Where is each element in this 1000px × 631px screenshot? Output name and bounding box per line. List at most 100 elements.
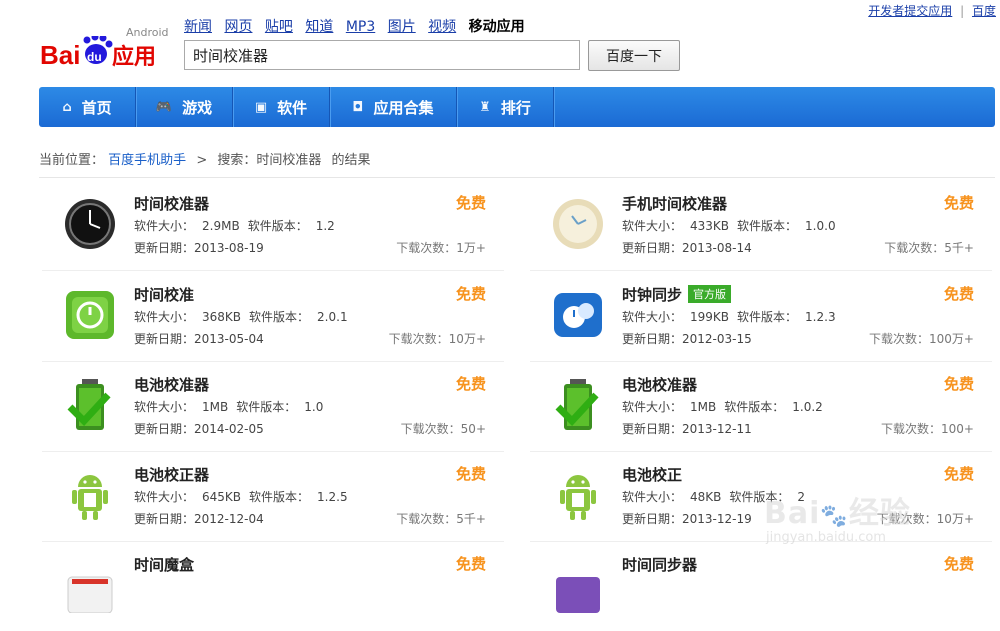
- downloads-label: 下载次数：: [388, 332, 449, 346]
- downloads-value: 5千+: [456, 512, 486, 526]
- app-name[interactable]: 电池校准器: [622, 374, 697, 395]
- app-card[interactable]: 手机时间校准器 免费 软件大小： 433KB 软件版本： 1.0.0 更新日期：201…: [530, 180, 992, 271]
- app-version: 1.0.2: [792, 400, 823, 414]
- breadcrumb-arrow: >: [196, 153, 208, 168]
- search-button[interactable]: 百度一下: [588, 40, 680, 71]
- app-name[interactable]: 时间校准: [134, 284, 194, 305]
- date-label: 更新日期：: [622, 241, 683, 255]
- app-card[interactable]: 时钟同步 官方版 免费 软件大小： 199KB 软件版本： 1.2.3 更新日期：201…: [530, 271, 992, 362]
- watermark-url: jingyan.baidu.com: [766, 530, 886, 545]
- nav-web[interactable]: 网页: [224, 19, 252, 35]
- size-label: 软件大小：: [622, 219, 683, 233]
- app-price: 免费: [455, 465, 486, 483]
- breadcrumb-prefix: 当前位置：: [39, 153, 105, 168]
- nav-news[interactable]: 新闻: [184, 19, 212, 35]
- nav-image[interactable]: 图片: [388, 19, 416, 35]
- gamepad-icon: 🎮: [155, 99, 173, 115]
- menu-games-label: 游戏: [182, 98, 213, 117]
- app-card[interactable]: 电池校正器 免费 软件大小： 645KB 软件版本： 1.2.5 更新日期：2012-…: [42, 451, 504, 542]
- app-name[interactable]: 电池校准器: [134, 374, 209, 395]
- date-label: 更新日期：: [622, 422, 683, 436]
- app-version: 1.0: [304, 400, 324, 414]
- red-app-icon: [62, 557, 118, 614]
- official-badge: 官方版: [688, 285, 732, 303]
- android-battery-icon: [62, 467, 118, 523]
- app-card[interactable]: 时间同步器 免费: [530, 541, 992, 631]
- home-icon: ⌂: [62, 99, 72, 115]
- size-label: 软件大小：: [134, 400, 195, 414]
- app-name[interactable]: 时钟同步 官方版: [622, 284, 732, 305]
- app-version: 1.0.0: [805, 219, 836, 233]
- version-label: 软件版本：: [737, 219, 798, 233]
- app-version: 1.2: [315, 219, 335, 233]
- app-info: 软件大小： 645KB 软件版本： 1.2.5: [134, 488, 356, 505]
- nav-video[interactable]: 视频: [428, 19, 456, 35]
- date-value: 2014-02-05: [194, 422, 264, 436]
- app-date: 更新日期：2013-05-04: [134, 330, 264, 347]
- breadcrumb-home-link[interactable]: 百度手机助手: [108, 153, 186, 168]
- date-label: 更新日期：: [134, 332, 195, 346]
- app-date: 更新日期：2013-12-19: [622, 510, 752, 527]
- app-name[interactable]: 电池校正器: [134, 464, 209, 485]
- search-input[interactable]: [184, 40, 580, 70]
- menu-games[interactable]: 🎮 游戏: [136, 87, 233, 127]
- app-card[interactable]: 时间校准器 免费 软件大小： 2.9MB 软件版本： 1.2 更新日期：2013-08…: [42, 180, 504, 271]
- android-battery-icon: [550, 467, 606, 523]
- app-card[interactable]: 电池校准器 免费 软件大小： 1MB 软件版本： 1.0.2 更新日期：2013-12…: [530, 361, 992, 452]
- clock-blue-icon: [550, 287, 606, 343]
- size-label: 软件大小：: [622, 490, 683, 504]
- size-label: 软件大小：: [134, 310, 195, 324]
- baidu-home-link[interactable]: 百度: [972, 4, 996, 18]
- menu-ranking[interactable]: ♜ 排行: [457, 87, 554, 127]
- app-name[interactable]: 手机时间校准器: [622, 193, 727, 214]
- divider: [39, 177, 995, 178]
- downloads-label: 下载次数：: [396, 241, 457, 255]
- product-nav: 新闻 网页 贴吧 知道 MP3 图片 视频 移动应用: [184, 16, 525, 36]
- watermark-paw-icon: 🐾: [820, 504, 849, 529]
- app-name[interactable]: 时间校准器: [134, 193, 209, 214]
- app-size: 2.9MB: [202, 219, 240, 233]
- nav-zhidao[interactable]: 知道: [305, 19, 333, 35]
- app-card[interactable]: 时间校准 免费 软件大小： 368KB 软件版本： 2.0.1 更新日期：2013-0…: [42, 271, 504, 362]
- dev-submit-link[interactable]: 开发者提交应用: [868, 4, 952, 18]
- version-label: 软件版本：: [724, 400, 785, 414]
- app-card[interactable]: 电池校准器 免费 软件大小： 1MB 软件版本： 1.0 更新日期：2014-02-0…: [42, 361, 504, 452]
- app-date: 更新日期：2012-12-04: [134, 510, 264, 527]
- clock-black-icon: [62, 196, 118, 252]
- app-info: 软件大小： 1MB 软件版本： 1.0: [134, 398, 331, 415]
- app-name[interactable]: 电池校正: [622, 464, 682, 485]
- nav-tieba[interactable]: 贴吧: [265, 19, 293, 35]
- app-downloads: 下载次数：1万+: [396, 239, 486, 256]
- size-label: 软件大小：: [134, 490, 195, 504]
- breadcrumb-search: 搜索：时间校准器: [217, 153, 322, 168]
- menu-software[interactable]: ▣ 软件: [233, 87, 330, 127]
- app-info: 软件大小： 433KB 软件版本： 1.0.0: [622, 217, 844, 234]
- menu-collections[interactable]: ◘ 应用合集: [330, 87, 457, 127]
- app-info: 软件大小： 1MB 软件版本： 1.0.2: [622, 398, 831, 415]
- app-size: 48KB: [690, 490, 722, 504]
- baidu-app-logo[interactable]: Android Bai du 应用: [40, 24, 170, 72]
- date-label: 更新日期：: [134, 512, 195, 526]
- downloads-label: 下载次数：: [881, 422, 942, 436]
- menu-home[interactable]: ⌂ 首页: [39, 87, 136, 127]
- app-card[interactable]: 时间魔盒 免费: [42, 541, 504, 631]
- downloads-value: 10万+: [448, 332, 486, 346]
- downloads-value: 50+: [460, 422, 486, 436]
- downloads-value: 5千+: [944, 241, 974, 255]
- paw-icon: du: [83, 36, 113, 64]
- date-value: 2012-03-15: [682, 332, 752, 346]
- date-label: 更新日期：: [134, 422, 195, 436]
- app-date: 更新日期：2014-02-05: [134, 420, 264, 437]
- nav-mp3[interactable]: MP3: [346, 19, 375, 35]
- downloads-label: 下载次数：: [400, 422, 461, 436]
- app-info: 软件大小： 368KB 软件版本： 2.0.1: [134, 308, 356, 325]
- app-downloads: 下载次数：100+: [881, 420, 974, 437]
- app-info: 软件大小： 199KB 软件版本： 1.2.3: [622, 308, 844, 325]
- app-downloads: 下载次数：5千+: [884, 239, 974, 256]
- app-version: 2.0.1: [317, 310, 348, 324]
- app-price: 免费: [943, 194, 974, 212]
- battery-check-icon: [62, 377, 118, 433]
- version-label: 软件版本：: [249, 310, 310, 324]
- app-downloads: 下载次数：50+: [401, 420, 486, 437]
- clock-green-icon: [62, 287, 118, 343]
